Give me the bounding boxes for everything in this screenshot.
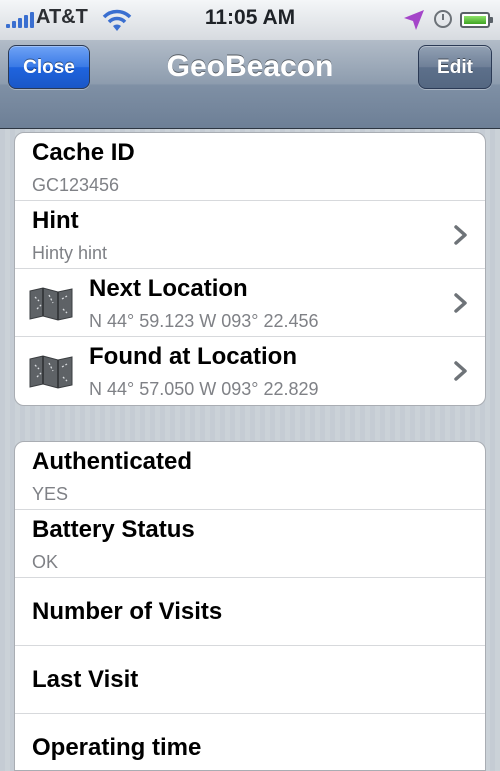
row-title: Battery Status — [32, 516, 195, 543]
row-title: Found at Location — [89, 343, 297, 370]
battery-icon — [460, 12, 493, 28]
map-icon — [29, 287, 73, 321]
row-value: GC123456 — [32, 175, 120, 195]
cache-info-group: Cache ID GC123456 Hint Hinty hint Next L… — [14, 132, 486, 406]
row-value: OK — [32, 552, 59, 572]
hint-row[interactable]: Hint Hinty hint — [15, 201, 485, 269]
edit-button[interactable]: Edit — [418, 45, 492, 89]
row-title: Authenticated — [32, 448, 193, 475]
chevron-right-icon — [454, 225, 467, 245]
last-visit-row: Last Visit — [15, 646, 485, 714]
alarm-clock-icon — [434, 10, 452, 28]
cache-id-row: Cache ID GC123456 — [15, 133, 485, 201]
row-title: Hint — [32, 207, 79, 234]
chevron-right-icon — [454, 361, 467, 381]
row-title: Last Visit — [32, 666, 139, 693]
operating-time-row: Operating time — [15, 714, 485, 770]
row-value: N 44° 59.123 W 093° 22.456 — [89, 311, 319, 331]
location-arrow-icon — [404, 10, 424, 30]
chevron-right-icon — [454, 293, 467, 313]
row-title: Number of Visits — [32, 598, 223, 625]
next-location-row[interactable]: Next Location N 44° 59.123 W 093° 22.456 — [15, 269, 485, 337]
row-title: Operating time — [32, 734, 202, 761]
navigation-bar: Close GeoBeacon Edit — [0, 40, 500, 129]
map-icon — [29, 355, 73, 389]
battery-status-row: Battery Status OK — [15, 510, 485, 578]
found-at-location-row[interactable]: Found at Location N 44° 57.050 W 093° 22… — [15, 337, 485, 405]
number-of-visits-row: Number of Visits — [15, 578, 485, 646]
row-title: Next Location — [89, 275, 248, 302]
beacon-status-group: Authenticated YES Battery Status OK Numb… — [14, 441, 486, 771]
row-value: N 44° 57.050 W 093° 22.829 — [89, 379, 319, 399]
row-title: Cache ID — [32, 139, 135, 166]
row-value: YES — [32, 484, 69, 504]
row-value: Hinty hint — [32, 243, 108, 263]
authenticated-row: Authenticated YES — [15, 442, 485, 510]
status-bar: AT&T 11:05 AM — [0, 0, 500, 41]
